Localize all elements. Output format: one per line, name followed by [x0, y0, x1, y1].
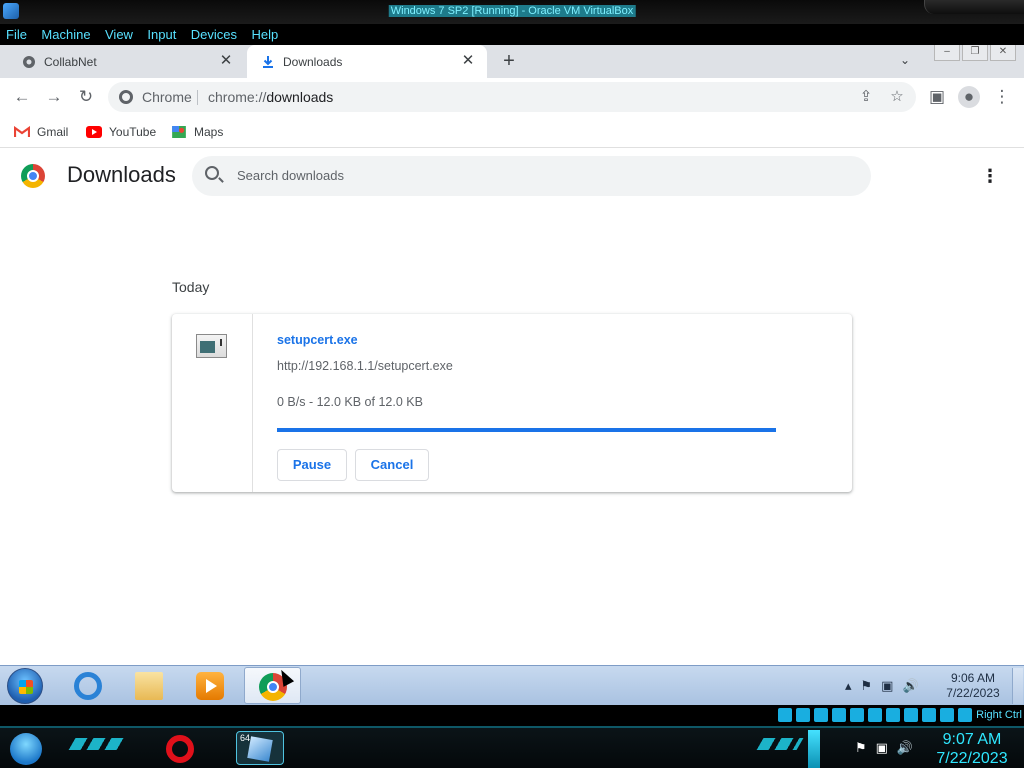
bookmark-maps[interactable]: Maps [171, 125, 223, 139]
search-icon [205, 166, 219, 180]
date-heading: Today [172, 279, 210, 295]
vbox-window-title: Windows 7 SP2 [Running] - Oracle VM Virt… [388, 5, 636, 17]
tab-close-icon[interactable]: ✕ [217, 52, 235, 70]
tab-label: Downloads [283, 55, 343, 69]
new-tab-button[interactable]: + [498, 51, 520, 73]
tab-downloads[interactable]: Downloads ✕ [247, 45, 487, 78]
vbox-titlebar: Windows 7 SP2 [Running] - Oracle VM Virt… [0, 0, 1024, 24]
bookmark-youtube[interactable]: YouTube [86, 125, 156, 139]
taskbar-media-player[interactable] [182, 667, 239, 704]
menu-file[interactable]: File [6, 24, 27, 45]
share-icon[interactable]: ⇪ [855, 86, 877, 108]
page-title: Downloads [67, 162, 176, 187]
host-show-desktop[interactable] [808, 730, 820, 768]
tab-close-icon[interactable]: ✕ [459, 52, 477, 70]
vbox-menubar: File Machine View Input Devices Help [0, 24, 1024, 45]
opera-icon[interactable] [166, 735, 194, 763]
download-file-name-link[interactable]: setupcert.exe [277, 333, 358, 347]
taskbar-windows-explorer[interactable] [121, 667, 178, 704]
taskbar-google-chrome[interactable] [244, 667, 301, 704]
guest-clock[interactable]: 9:06 AM 7/22/2023 [935, 671, 1011, 701]
site-name: Chrome [142, 89, 192, 105]
virtualbox-taskbar-icon[interactable]: 64 [236, 731, 284, 765]
chrome-site-icon [119, 90, 133, 104]
address-bar[interactable]: Chrome chrome://downloads ⇪ ☆ [108, 82, 916, 112]
url-text[interactable]: chrome://downloads [208, 89, 333, 105]
decorative-stripes [756, 738, 804, 750]
cancel-button[interactable]: Cancel [355, 449, 429, 481]
chrome-window-controls: – ❐ ✕ [934, 45, 1016, 61]
forward-arrow-icon[interactable]: → [43, 86, 65, 108]
bookmarks-bar: Gmail YouTube Maps [0, 116, 1024, 148]
executable-file-icon [196, 334, 227, 358]
menu-input[interactable]: Input [147, 24, 176, 45]
browser-toolbar: ← → ↻ Chrome chrome://downloads ⇪ ☆ ▣ ● … [0, 78, 1024, 116]
downloads-header: Downloads Search downloads ⋮ [0, 148, 1024, 206]
vbox-device-icons[interactable] [778, 708, 972, 722]
reload-icon[interactable]: ↻ [75, 86, 97, 108]
host-clock[interactable]: 9:07 AM 7/22/2023 [930, 730, 1014, 768]
download-source-url[interactable]: http://192.168.1.1/setupcert.exe [277, 359, 453, 373]
minimize-icon[interactable]: – [934, 45, 960, 61]
menu-view[interactable]: View [105, 24, 133, 45]
tab-search-chevron-icon[interactable]: ⌄ [896, 53, 914, 71]
menu-machine[interactable]: Machine [41, 24, 90, 45]
start-button[interactable] [7, 668, 43, 704]
vbox-window-controls[interactable] [924, 0, 1024, 14]
tab-strip: CollabNet ✕ Downloads ✕ + ⌄ – ❐ ✕ [0, 45, 1024, 78]
menu-help[interactable]: Help [251, 24, 278, 45]
host-key-label: Right Ctrl [976, 709, 1022, 721]
download-progress-bar [277, 428, 776, 432]
gmail-icon [14, 126, 30, 137]
folder-icon [135, 672, 163, 700]
search-downloads-input[interactable]: Search downloads [192, 156, 871, 196]
tab-label: CollabNet [44, 55, 97, 69]
host-system-tray[interactable]: ⚑▣🔊 [855, 740, 922, 756]
download-item-card: setupcert.exe http://192.168.1.1/setupce… [172, 314, 852, 492]
omnibox-divider [197, 90, 198, 105]
youtube-icon [86, 126, 102, 138]
back-arrow-icon[interactable]: ← [11, 86, 33, 108]
restore-icon[interactable]: ❐ [962, 45, 988, 61]
chrome-logo-icon [21, 164, 45, 188]
show-desktop-button[interactable] [1012, 668, 1023, 704]
host-taskbar: 64 ⚑▣🔊 9:07 AM 7/22/2023 [0, 726, 1024, 768]
taskbar-internet-explorer[interactable] [60, 667, 117, 704]
more-actions-icon[interactable]: ⋮ [978, 164, 1002, 188]
maps-icon [172, 126, 186, 138]
internet-explorer-icon [74, 672, 102, 700]
chrome-window: CollabNet ✕ Downloads ✕ + ⌄ – ❐ ✕ ← → ↻ … [0, 45, 1024, 665]
guest-system-tray[interactable]: ▴⚑▣🔊 [845, 678, 928, 694]
decorative-stripes [68, 738, 126, 750]
search-placeholder: Search downloads [237, 168, 344, 183]
chrome-menu-icon[interactable]: ⋮ [991, 86, 1013, 108]
close-icon[interactable]: ✕ [990, 45, 1016, 61]
download-progress-fill [277, 428, 776, 432]
pause-button[interactable]: Pause [277, 449, 347, 481]
tab-collabnet[interactable]: CollabNet ✕ [0, 45, 245, 78]
bookmark-star-icon[interactable]: ☆ [886, 86, 908, 108]
bookmark-gmail[interactable]: Gmail [14, 125, 68, 139]
download-status: 0 B/s - 12.0 KB of 12.0 KB [277, 395, 423, 409]
virtualbox-icon [3, 3, 19, 19]
media-player-icon [196, 672, 224, 700]
profile-avatar-icon[interactable]: ● [958, 86, 980, 108]
download-icon [263, 56, 273, 68]
file-icon-column [172, 314, 253, 492]
vbox-statusbar: Right Ctrl [0, 705, 1024, 726]
guest-taskbar: ▴⚑▣🔊 9:06 AM 7/22/2023 [0, 665, 1024, 705]
downloads-page: Downloads Search downloads ⋮ Today setup… [0, 148, 1024, 665]
host-start-button[interactable] [10, 733, 42, 765]
collabnet-icon [23, 56, 35, 68]
side-panel-icon[interactable]: ▣ [926, 86, 948, 108]
menu-devices[interactable]: Devices [191, 24, 237, 45]
